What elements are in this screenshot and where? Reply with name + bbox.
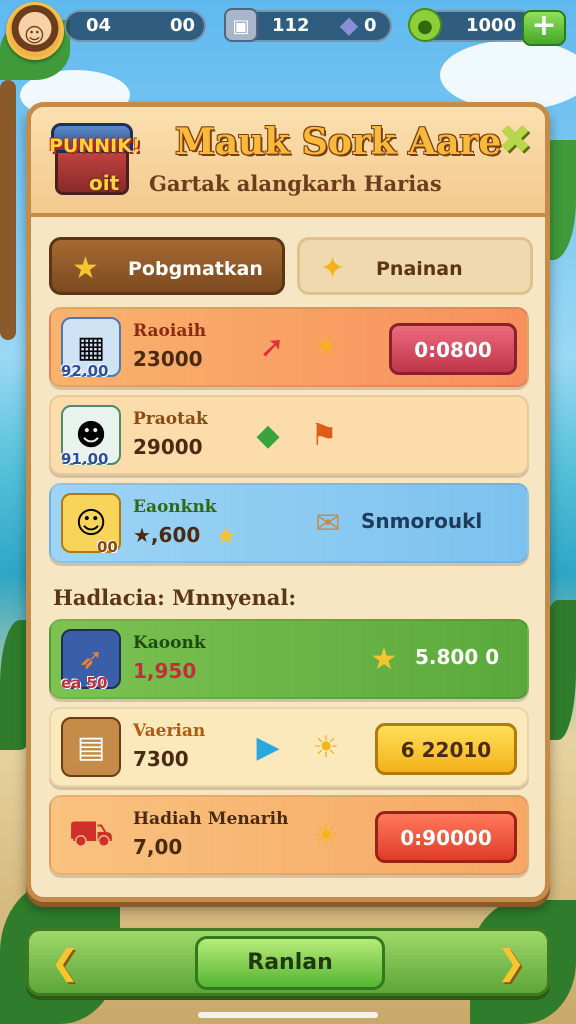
panel-header: PUNNIK! oit Mauk Sork Aare Gartak alangk… (31, 107, 545, 217)
reward-name: Praotak (133, 409, 208, 429)
player-avatar[interactable]: ☺ (6, 2, 64, 60)
golden-pet-icon: ☺ 00 (61, 493, 121, 556)
claim-button[interactable]: 6 22010 (375, 723, 517, 775)
gems-counter: ▣ 112 ◆ 0 (224, 8, 392, 42)
reward-amount: 23000 (133, 347, 203, 371)
reward-amount: 29000 (133, 435, 203, 459)
tab-pnainan[interactable]: ✦ Pnainan (297, 237, 533, 295)
palm-trunk (0, 80, 16, 340)
face-icon: ☺ (24, 23, 45, 47)
reward-name: Vaerian (133, 721, 206, 741)
panel-title: Mauk Sork Aare (175, 121, 502, 163)
reward-qty: ea 50 (61, 674, 108, 692)
reward-row: ☻ 91.00 Praotak 29000 ◆ ⚑ (49, 395, 529, 475)
gift-box-icon: ▦ 92.00 (61, 317, 121, 380)
stat-bar: 04 00 (64, 10, 206, 42)
home-indicator[interactable] (198, 1012, 378, 1018)
tab-label: Pobgmatkan (128, 258, 263, 280)
stat-right: 00 (170, 15, 196, 36)
reward-qty: 91.00 (61, 450, 109, 468)
reward-qty: 92.00 (61, 362, 109, 380)
reward-row: ➶ ea 50 Kaoonk 1,950 ★ 5.800 0 (49, 619, 529, 699)
prev-arrow-button[interactable]: ❮ (45, 943, 85, 983)
reward-row: ▦ 92.00 Raoiaih 23000 ➚ ☀ 0:0800 (49, 307, 529, 387)
ticket-icon: ✉ (315, 506, 341, 541)
claim-button[interactable]: 0:0800 (389, 323, 517, 375)
reward-qty: 00 (97, 538, 118, 556)
stat-left: 04 (86, 15, 112, 36)
chest-badge-text: PUNNIK! (49, 135, 141, 157)
red-gift-icon: ⛟ (68, 813, 114, 854)
section-title: Hadlacia: Mnnyenal: (53, 585, 297, 610)
chest-badge-subtext: oit (89, 171, 120, 195)
coins-counter: ● 1000 (408, 8, 536, 42)
reward-row: ⛟ Hadiah Menarih 7,00 ☀ 0:90000 (49, 795, 529, 875)
sun-coin-icon: ☀ (312, 330, 340, 365)
add-coins-button[interactable]: + (522, 10, 566, 46)
sun-coin-icon: ☀ (312, 818, 340, 853)
next-arrow-button[interactable]: ❯ (491, 943, 531, 983)
claim-button[interactable]: 0:90000 (375, 811, 517, 863)
red-arrow-icon: ➚ (259, 330, 285, 365)
reward-amount: 1,950 (133, 659, 197, 683)
tab-pobgmatkan[interactable]: ★ Pobgmatkan (49, 237, 285, 295)
star-icon: ✦ (320, 251, 346, 286)
gems-value: 112 (272, 15, 310, 36)
chest-icon: ▣ (224, 8, 258, 42)
bottom-nav-bar: ❮ Ranlan ❯ (26, 928, 550, 996)
star-icon: ★ (72, 251, 99, 286)
reward-name: Raoiaih (133, 321, 207, 341)
tab-label: Pnainan (376, 258, 463, 280)
reward-name: Kaoonk (133, 633, 206, 653)
green-gem-icon: ◆ (256, 418, 280, 453)
close-button[interactable]: ✖ (493, 119, 537, 163)
wooden-chest-icon: ▤ (61, 717, 121, 777)
coin-icon: ● (408, 8, 442, 42)
reward-amount: ★,600 (133, 523, 201, 547)
reward-name: Eaonknk (133, 497, 217, 517)
treasure-chest-icon: PUNNIK! oit (49, 119, 141, 205)
coins-value: 1000 (466, 15, 517, 36)
reward-amount: 7300 (133, 747, 189, 771)
reward-name: Hadiah Menarih (133, 809, 289, 829)
main-action-button[interactable]: Ranlan (195, 936, 385, 990)
diamond-icon: ◆ (339, 11, 359, 39)
reward-row: ☺ 00 Eaonknk ★,600 ★ ✉ Snmoroukl (49, 483, 529, 563)
rewards-panel: PUNNIK! oit Mauk Sork Aare Gartak alangk… (26, 102, 550, 902)
sun-coin-icon: ☀ (312, 730, 340, 765)
panel-subtitle: Gartak alangkarh Harias (149, 171, 442, 196)
mascot-icon: ☻ 91.00 (61, 405, 121, 468)
reward-value: Snmoroukl (361, 509, 483, 533)
blue-crystal-icon: ▶ (256, 730, 280, 765)
star-icon: ★ (215, 522, 237, 550)
star-icon: ★ (370, 642, 398, 677)
reward-amount: 7,00 (133, 835, 183, 859)
top-hud: ☺ 04 00 ▣ 112 ◆ 0 ● 1000 + (0, 0, 576, 60)
fire-sword-icon: ➶ ea 50 (61, 629, 121, 692)
diamonds-value: 0 (364, 15, 377, 36)
torch-icon: ⚑ (310, 418, 338, 453)
reward-value: 5.800 0 (415, 645, 500, 669)
reward-row: ▤ Vaerian 7300 ▶ ☀ 6 22010 (49, 707, 529, 787)
